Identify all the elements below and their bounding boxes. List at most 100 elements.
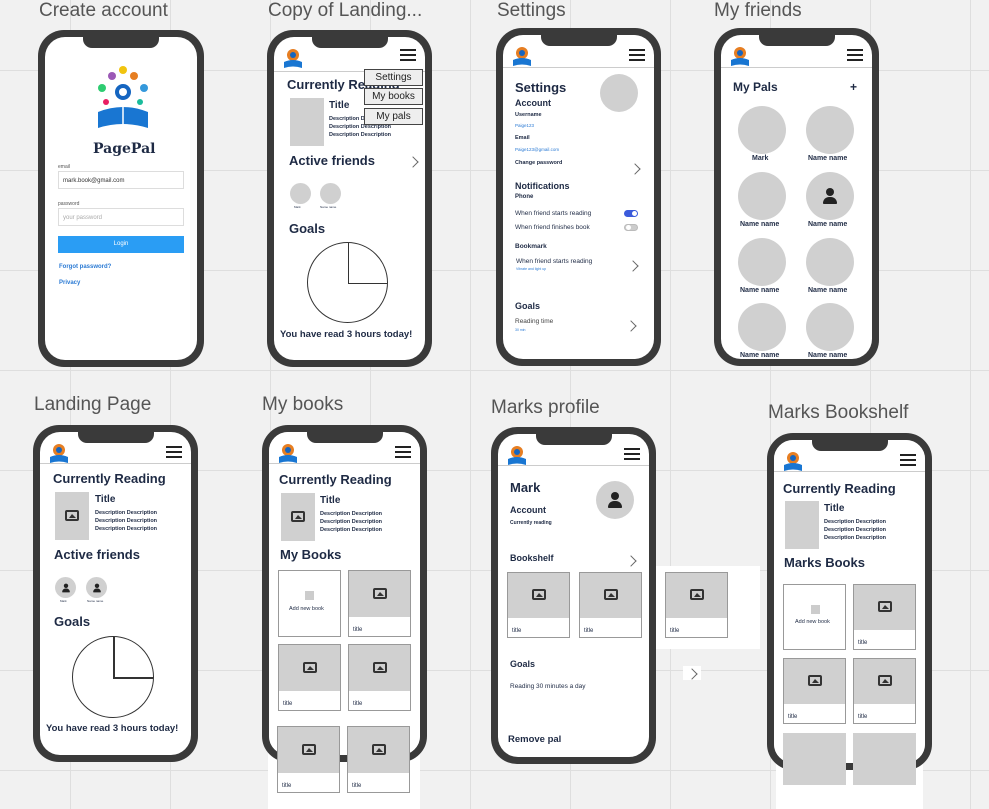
- book-card[interactable]: title: [853, 658, 916, 724]
- password-field[interactable]: your password: [58, 208, 184, 226]
- phone-my-friends: My Pals + Mark Name name Name name Name …: [714, 28, 879, 366]
- book-card[interactable]: title: [665, 572, 728, 638]
- add-new-book-button[interactable]: Add new book: [278, 570, 341, 637]
- pal-avatar[interactable]: [738, 303, 786, 351]
- pagepal-logo: [277, 442, 299, 468]
- book-card[interactable]: title: [783, 658, 846, 724]
- phone-my-books: Currently Reading Title Description Desc…: [262, 425, 427, 762]
- phone-marks-bookshelf: Currently Reading Title Description Desc…: [767, 433, 932, 770]
- currently-reading-heading: Currently Reading: [279, 472, 392, 487]
- privacy-link[interactable]: Privacy: [59, 280, 80, 286]
- profile-avatar: [596, 481, 634, 519]
- add-pal-button[interactable]: +: [850, 80, 857, 94]
- phone-marks-profile: Mark Account Currently reading Bookshelf…: [491, 427, 656, 764]
- hamburger-menu-icon[interactable]: [847, 49, 863, 61]
- pal-avatar[interactable]: [806, 238, 854, 286]
- goals-heading: Goals: [54, 614, 91, 629]
- frame-title-marks-profile: Marks profile: [491, 397, 600, 418]
- bookmark-heading: Bookmark: [515, 243, 547, 250]
- friend-name: Mark: [60, 599, 67, 603]
- goals-heading: Goals: [510, 659, 536, 669]
- bookshelf-heading[interactable]: Bookshelf: [510, 553, 554, 563]
- notifications-heading: Notifications: [515, 181, 570, 191]
- book-desc: Description Description: [329, 132, 392, 138]
- email-value[interactable]: Paige123@gmail.com: [515, 147, 559, 152]
- pagepal-logo: [782, 450, 804, 476]
- avatar-icon: [61, 583, 70, 592]
- menu-item-my-pals[interactable]: My pals: [364, 108, 423, 125]
- phone-create-account: PagePal email mark.book@gmail.com passwo…: [38, 30, 204, 367]
- goal-pie-chart: [307, 242, 388, 323]
- book-card-title: title: [670, 628, 680, 634]
- frame-title-my-friends: My friends: [714, 0, 802, 21]
- forgot-password-link[interactable]: Forgot password?: [59, 264, 111, 270]
- friend-avatar[interactable]: [55, 577, 76, 598]
- book-card[interactable]: title: [347, 726, 410, 793]
- hamburger-menu-icon[interactable]: [166, 446, 182, 458]
- hamburger-menu-icon[interactable]: [395, 446, 411, 458]
- notif-toggle-on[interactable]: [624, 210, 638, 217]
- chevron-right-icon[interactable]: [407, 156, 419, 168]
- book-card[interactable]: [853, 733, 916, 785]
- my-pals-heading: My Pals: [733, 80, 778, 94]
- image-placeholder-icon: [371, 743, 386, 755]
- add-new-book-button[interactable]: Add new book: [783, 584, 846, 650]
- book-desc: Description Description: [95, 526, 158, 532]
- pal-avatar[interactable]: [738, 172, 786, 220]
- hamburger-menu-icon[interactable]: [400, 49, 416, 61]
- login-button[interactable]: Login: [58, 236, 184, 253]
- phone-label: Phone: [515, 194, 534, 200]
- book-card[interactable]: title: [278, 644, 341, 711]
- book-card[interactable]: title: [579, 572, 642, 638]
- book-card-title: title: [858, 714, 868, 720]
- pal-avatar[interactable]: [806, 106, 854, 154]
- friend-avatar[interactable]: [86, 577, 107, 598]
- goals-heading: Goals: [289, 221, 326, 236]
- chevron-right-icon[interactable]: [629, 163, 641, 175]
- pal-name: Name name: [808, 352, 848, 359]
- pal-avatar[interactable]: [806, 172, 854, 220]
- pal-name: Name name: [740, 287, 780, 294]
- book-card[interactable]: title: [853, 584, 916, 650]
- hamburger-menu-icon[interactable]: [900, 454, 916, 466]
- menu-item-settings[interactable]: Settings: [364, 69, 423, 86]
- phone-landing: Currently Reading Title Description Desc…: [33, 425, 198, 762]
- image-placeholder-icon: [301, 743, 316, 755]
- avatar-icon: [92, 583, 101, 592]
- book-card[interactable]: title: [277, 726, 340, 793]
- friend-avatar[interactable]: [290, 183, 311, 204]
- email-field[interactable]: mark.book@gmail.com: [58, 171, 184, 189]
- chevron-right-icon[interactable]: [627, 260, 639, 272]
- book-cover: [281, 493, 315, 541]
- book-card[interactable]: title: [507, 572, 570, 638]
- username-value[interactable]: Paige123: [515, 123, 534, 128]
- bookmark-item[interactable]: When friend starts reading: [516, 258, 592, 265]
- book-desc: Description Description: [320, 519, 383, 525]
- goal-text: Reading 30 minutes a day: [510, 683, 586, 690]
- menu-item-my-books[interactable]: My books: [364, 88, 423, 105]
- book-card-title: title: [512, 628, 522, 634]
- remove-pal-button[interactable]: Remove pal: [508, 734, 561, 745]
- profile-avatar[interactable]: [600, 74, 638, 112]
- chevron-right-icon[interactable]: [625, 320, 637, 332]
- pal-avatar[interactable]: [738, 238, 786, 286]
- pal-avatar[interactable]: [738, 106, 786, 154]
- goal-pie-chart: [72, 636, 154, 718]
- friend-avatar[interactable]: [320, 183, 341, 204]
- pal-name: Name name: [808, 287, 848, 294]
- reading-time-item[interactable]: Reading time: [515, 318, 553, 325]
- chevron-right-icon[interactable]: [625, 555, 637, 567]
- hamburger-menu-icon[interactable]: [624, 448, 640, 460]
- notif-toggle-off[interactable]: [624, 224, 638, 231]
- pal-name: Mark: [752, 155, 769, 162]
- add-new-book-label: Add new book: [289, 606, 324, 612]
- hamburger-menu-icon[interactable]: [629, 49, 645, 61]
- change-password-item[interactable]: Change password: [515, 160, 562, 166]
- pal-name: Name name: [808, 221, 848, 228]
- frame-title-marks-bookshelf: Marks Bookshelf: [768, 402, 909, 423]
- image-placeholder-icon: [291, 511, 305, 522]
- pal-avatar[interactable]: [806, 303, 854, 351]
- book-card[interactable]: title: [348, 570, 411, 637]
- book-card[interactable]: [783, 733, 846, 785]
- book-card[interactable]: title: [348, 644, 411, 711]
